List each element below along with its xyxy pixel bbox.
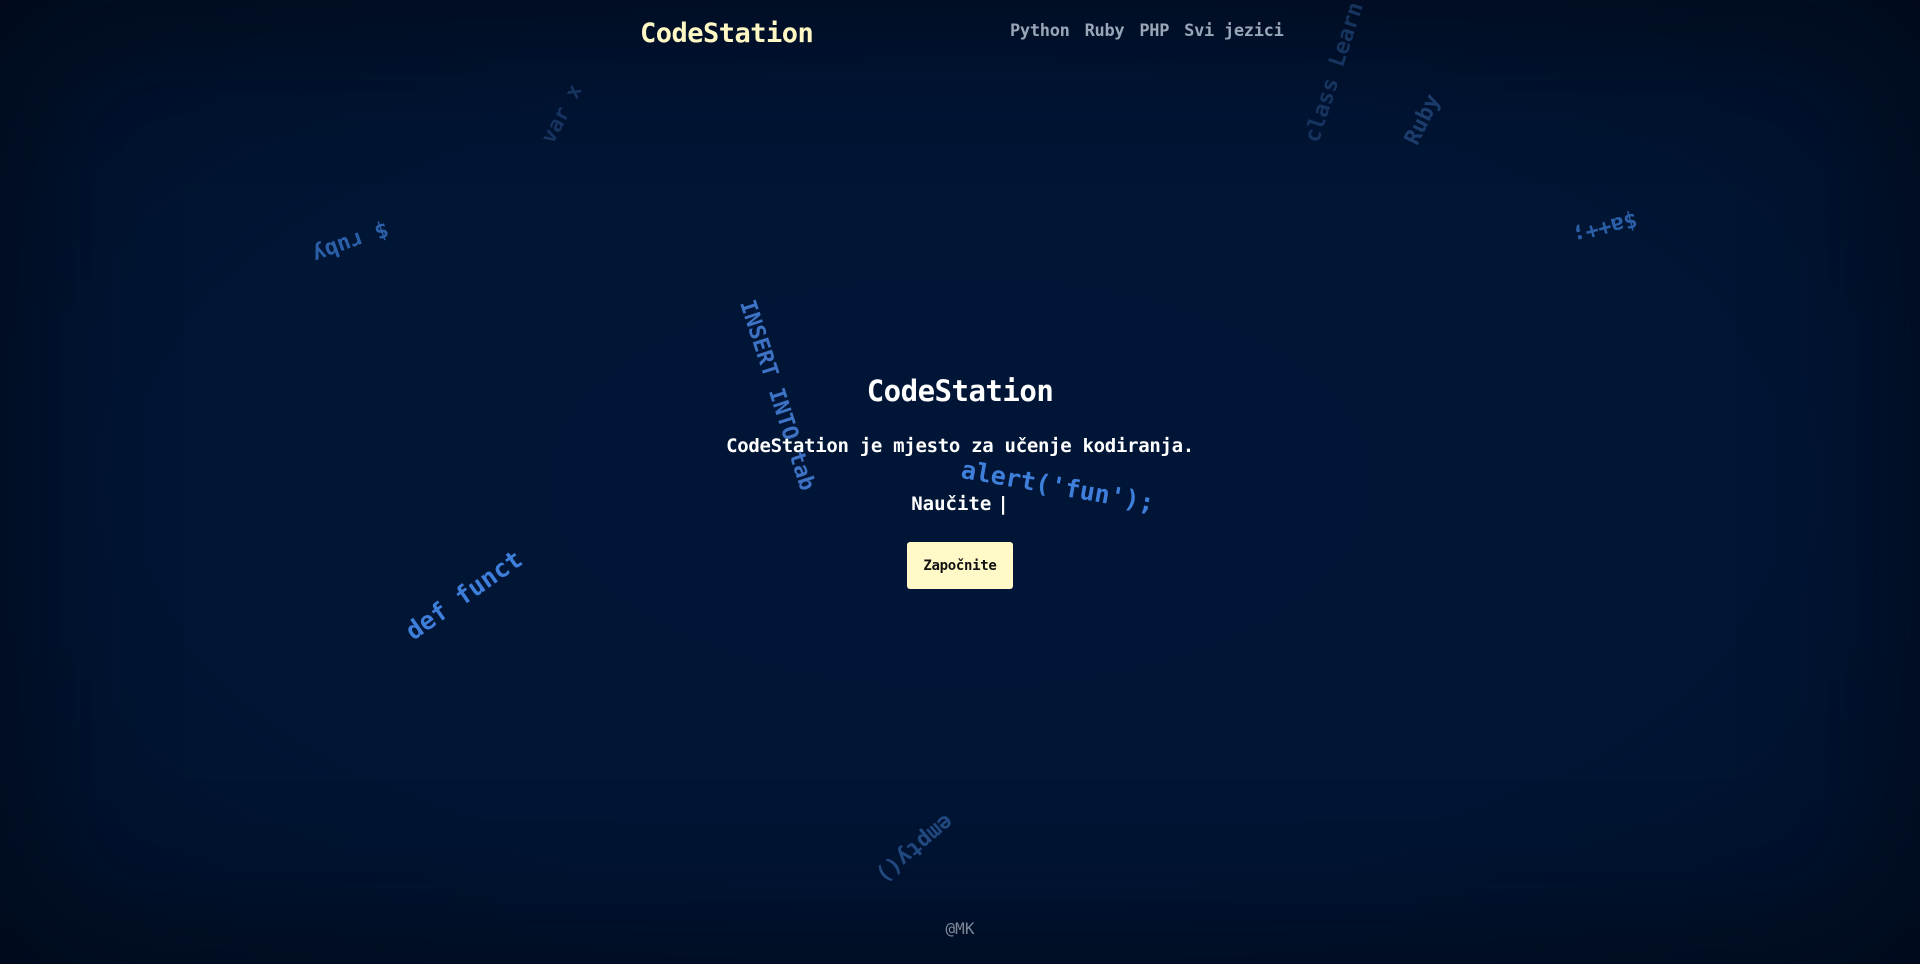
floating-word-var-x: var x bbox=[536, 80, 587, 148]
hero-title: CodeStation bbox=[866, 374, 1054, 408]
floating-word-dollar-a: $a++; bbox=[1569, 206, 1640, 249]
main-nav: Python Ruby PHP Svi jezici bbox=[1010, 21, 1284, 41]
floating-word-ruby: Ruby bbox=[1400, 90, 1446, 149]
floating-word-dollar-ruby: $ ruby bbox=[308, 216, 392, 268]
typing-cursor: | bbox=[997, 493, 1009, 515]
nav-item-all-languages[interactable]: Svi jezici bbox=[1184, 21, 1284, 41]
hero-subtitle: CodeStation je mjesto za učenje kodiranj… bbox=[726, 435, 1194, 457]
typing-text: Naučite | bbox=[0, 493, 1920, 515]
nav-item-python[interactable]: Python bbox=[1010, 21, 1070, 41]
site-logo[interactable]: CodeStation bbox=[640, 18, 814, 49]
nav-item-php[interactable]: PHP bbox=[1139, 21, 1169, 41]
floating-word-empty: empty() bbox=[870, 808, 958, 888]
floating-word-def-funct: def funct bbox=[400, 544, 528, 646]
nav-item-ruby[interactable]: Ruby bbox=[1085, 21, 1125, 41]
typing-prefix: Naučite bbox=[911, 493, 992, 515]
start-button[interactable]: Započnite bbox=[907, 542, 1013, 589]
footer-credit: @MK bbox=[945, 919, 975, 938]
floating-word-class-learn: class Learn bbox=[1300, 0, 1369, 146]
